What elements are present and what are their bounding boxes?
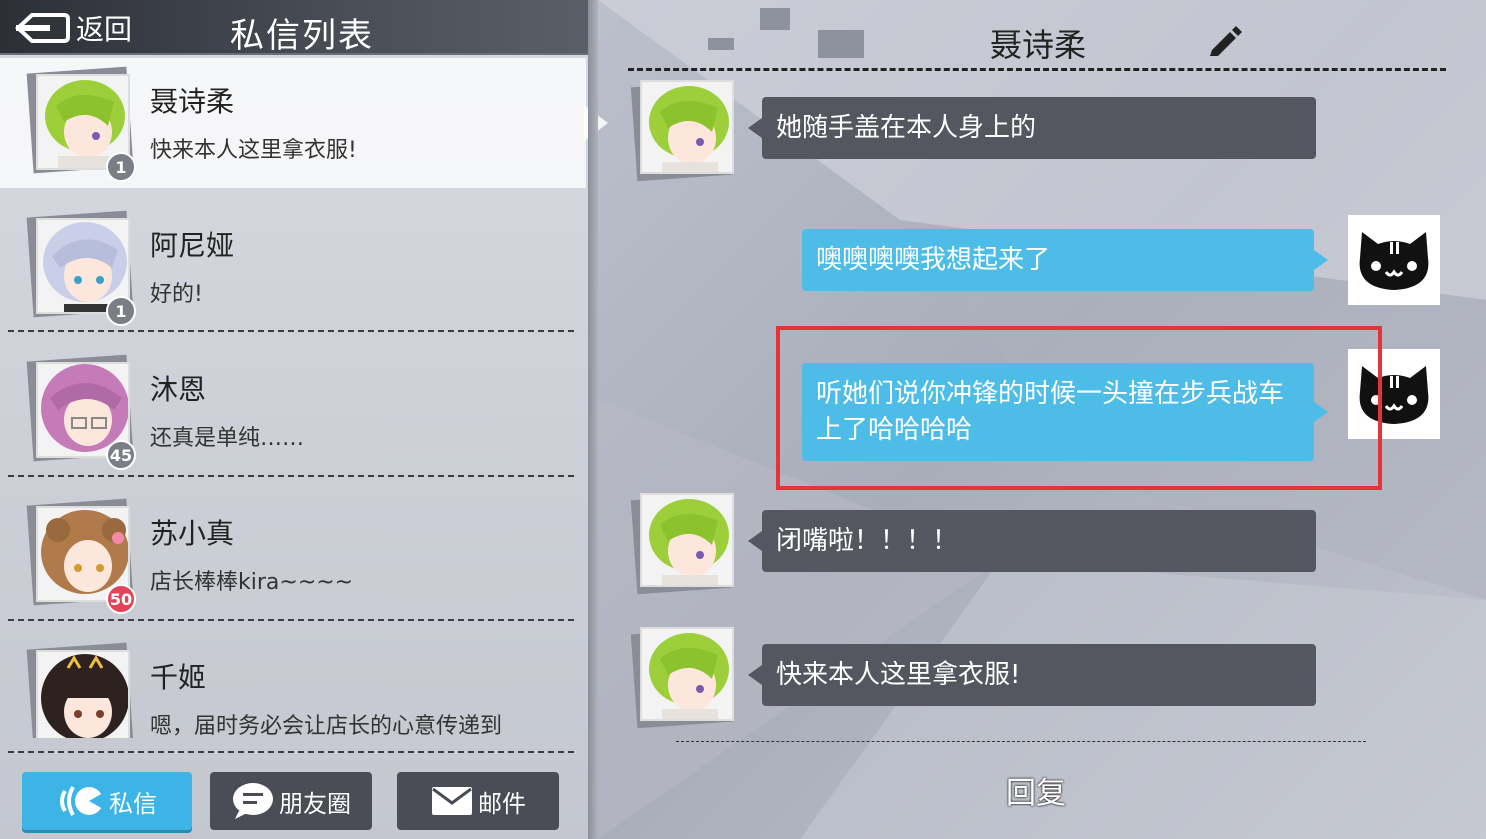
highlight-box (776, 326, 1382, 490)
speech-bubble-icon (233, 783, 273, 819)
chat-bubble-received: 她随手盖在本人身上的 (762, 97, 1316, 159)
contact-item-2[interactable]: 45 沐恩 还真是单纯…… (0, 346, 586, 476)
character-portrait-icon (642, 82, 732, 172)
back-button[interactable]: 返回 (14, 10, 132, 46)
contact-last-message: 快来本人这里拿衣服! (150, 138, 357, 163)
character-portrait-icon (642, 495, 732, 585)
unread-badge: 50 (106, 584, 136, 614)
list-divider (8, 475, 574, 477)
contact-last-message: 还真是单纯…… (150, 426, 305, 451)
avatar (26, 642, 136, 738)
chat-bubble-received: 闭嘴啦！！！！ (762, 510, 1316, 572)
decor-square (818, 30, 864, 58)
back-label: 返回 (76, 13, 133, 46)
chat-header-divider (628, 68, 1446, 71)
tab-friends-label: 朋友圈 (279, 789, 351, 818)
contact-name: 阿尼娅 (150, 229, 235, 262)
avatar: 1 (26, 66, 136, 182)
pencil-icon[interactable] (1208, 24, 1242, 56)
contact-last-message: 嗯，届时务必会让店长的心意传递到 (150, 714, 503, 738)
tab-mail-label: 邮件 (478, 789, 526, 818)
list-divider (8, 619, 574, 621)
top-bar: 返回 私信列表 (0, 0, 588, 56)
reply-divider (676, 741, 1366, 742)
envelope-icon (432, 787, 472, 815)
unread-badge: 1 (106, 296, 136, 326)
contact-item-1[interactable]: 1 阿尼娅 好的! (0, 202, 586, 332)
character-portrait-icon (38, 652, 128, 738)
contact-item-3[interactable]: 50 苏小真 店长棒棒kira~~~~ (0, 490, 586, 620)
cat-face-icon (1359, 232, 1429, 290)
contact-name: 千姬 (150, 661, 207, 694)
unread-badge: 1 (106, 152, 136, 182)
list-divider (8, 751, 574, 753)
character-portrait-icon (642, 629, 732, 719)
page-title: 私信列表 (230, 16, 374, 56)
chat-bubble-sent: 噢噢噢噢我想起来了 (802, 229, 1314, 291)
tab-friends-circle[interactable]: 朋友圈 (210, 772, 372, 830)
back-arrow-icon (15, 13, 70, 43)
avatar: 50 (26, 498, 136, 614)
panel-divider (588, 0, 598, 839)
chat-logo-icon (60, 786, 103, 816)
chat-avatar-left (630, 493, 738, 595)
chat-title: 聂诗柔 (990, 26, 1087, 64)
contact-item-4[interactable]: 千姬 嗯，届时务必会让店长的心意传递到 (0, 634, 586, 738)
contact-item-0[interactable]: 1 聂诗柔 快来本人这里拿衣服! (0, 58, 586, 188)
contact-name: 聂诗柔 (150, 85, 235, 118)
chat-avatar-left (630, 627, 738, 729)
decor-square (708, 38, 734, 50)
reply-button[interactable]: 回复 (1006, 768, 1066, 812)
contact-list-panel: 返回 私信列表 1 聂诗柔 快来本人这里拿衣服! 1 阿尼娅 好的! 45 沐恩… (0, 0, 588, 839)
unread-badge: 45 (106, 440, 136, 470)
contact-name: 沐恩 (150, 373, 207, 406)
tab-messages-label: 私信 (109, 789, 157, 818)
chat-bubble-received: 快来本人这里拿衣服! (762, 644, 1316, 706)
tab-mail[interactable]: 邮件 (397, 772, 559, 830)
contact-name: 苏小真 (150, 517, 235, 550)
avatar: 1 (26, 210, 136, 326)
tab-messages[interactable]: 私信 (22, 772, 192, 830)
decor-square (760, 8, 790, 30)
contact-last-message: 店长棒棒kira~~~~ (150, 570, 354, 595)
player-avatar (1348, 215, 1440, 305)
avatar: 45 (26, 354, 136, 470)
chat-avatar-left (630, 80, 738, 182)
list-divider (8, 330, 574, 332)
contact-last-message: 好的! (150, 282, 203, 307)
